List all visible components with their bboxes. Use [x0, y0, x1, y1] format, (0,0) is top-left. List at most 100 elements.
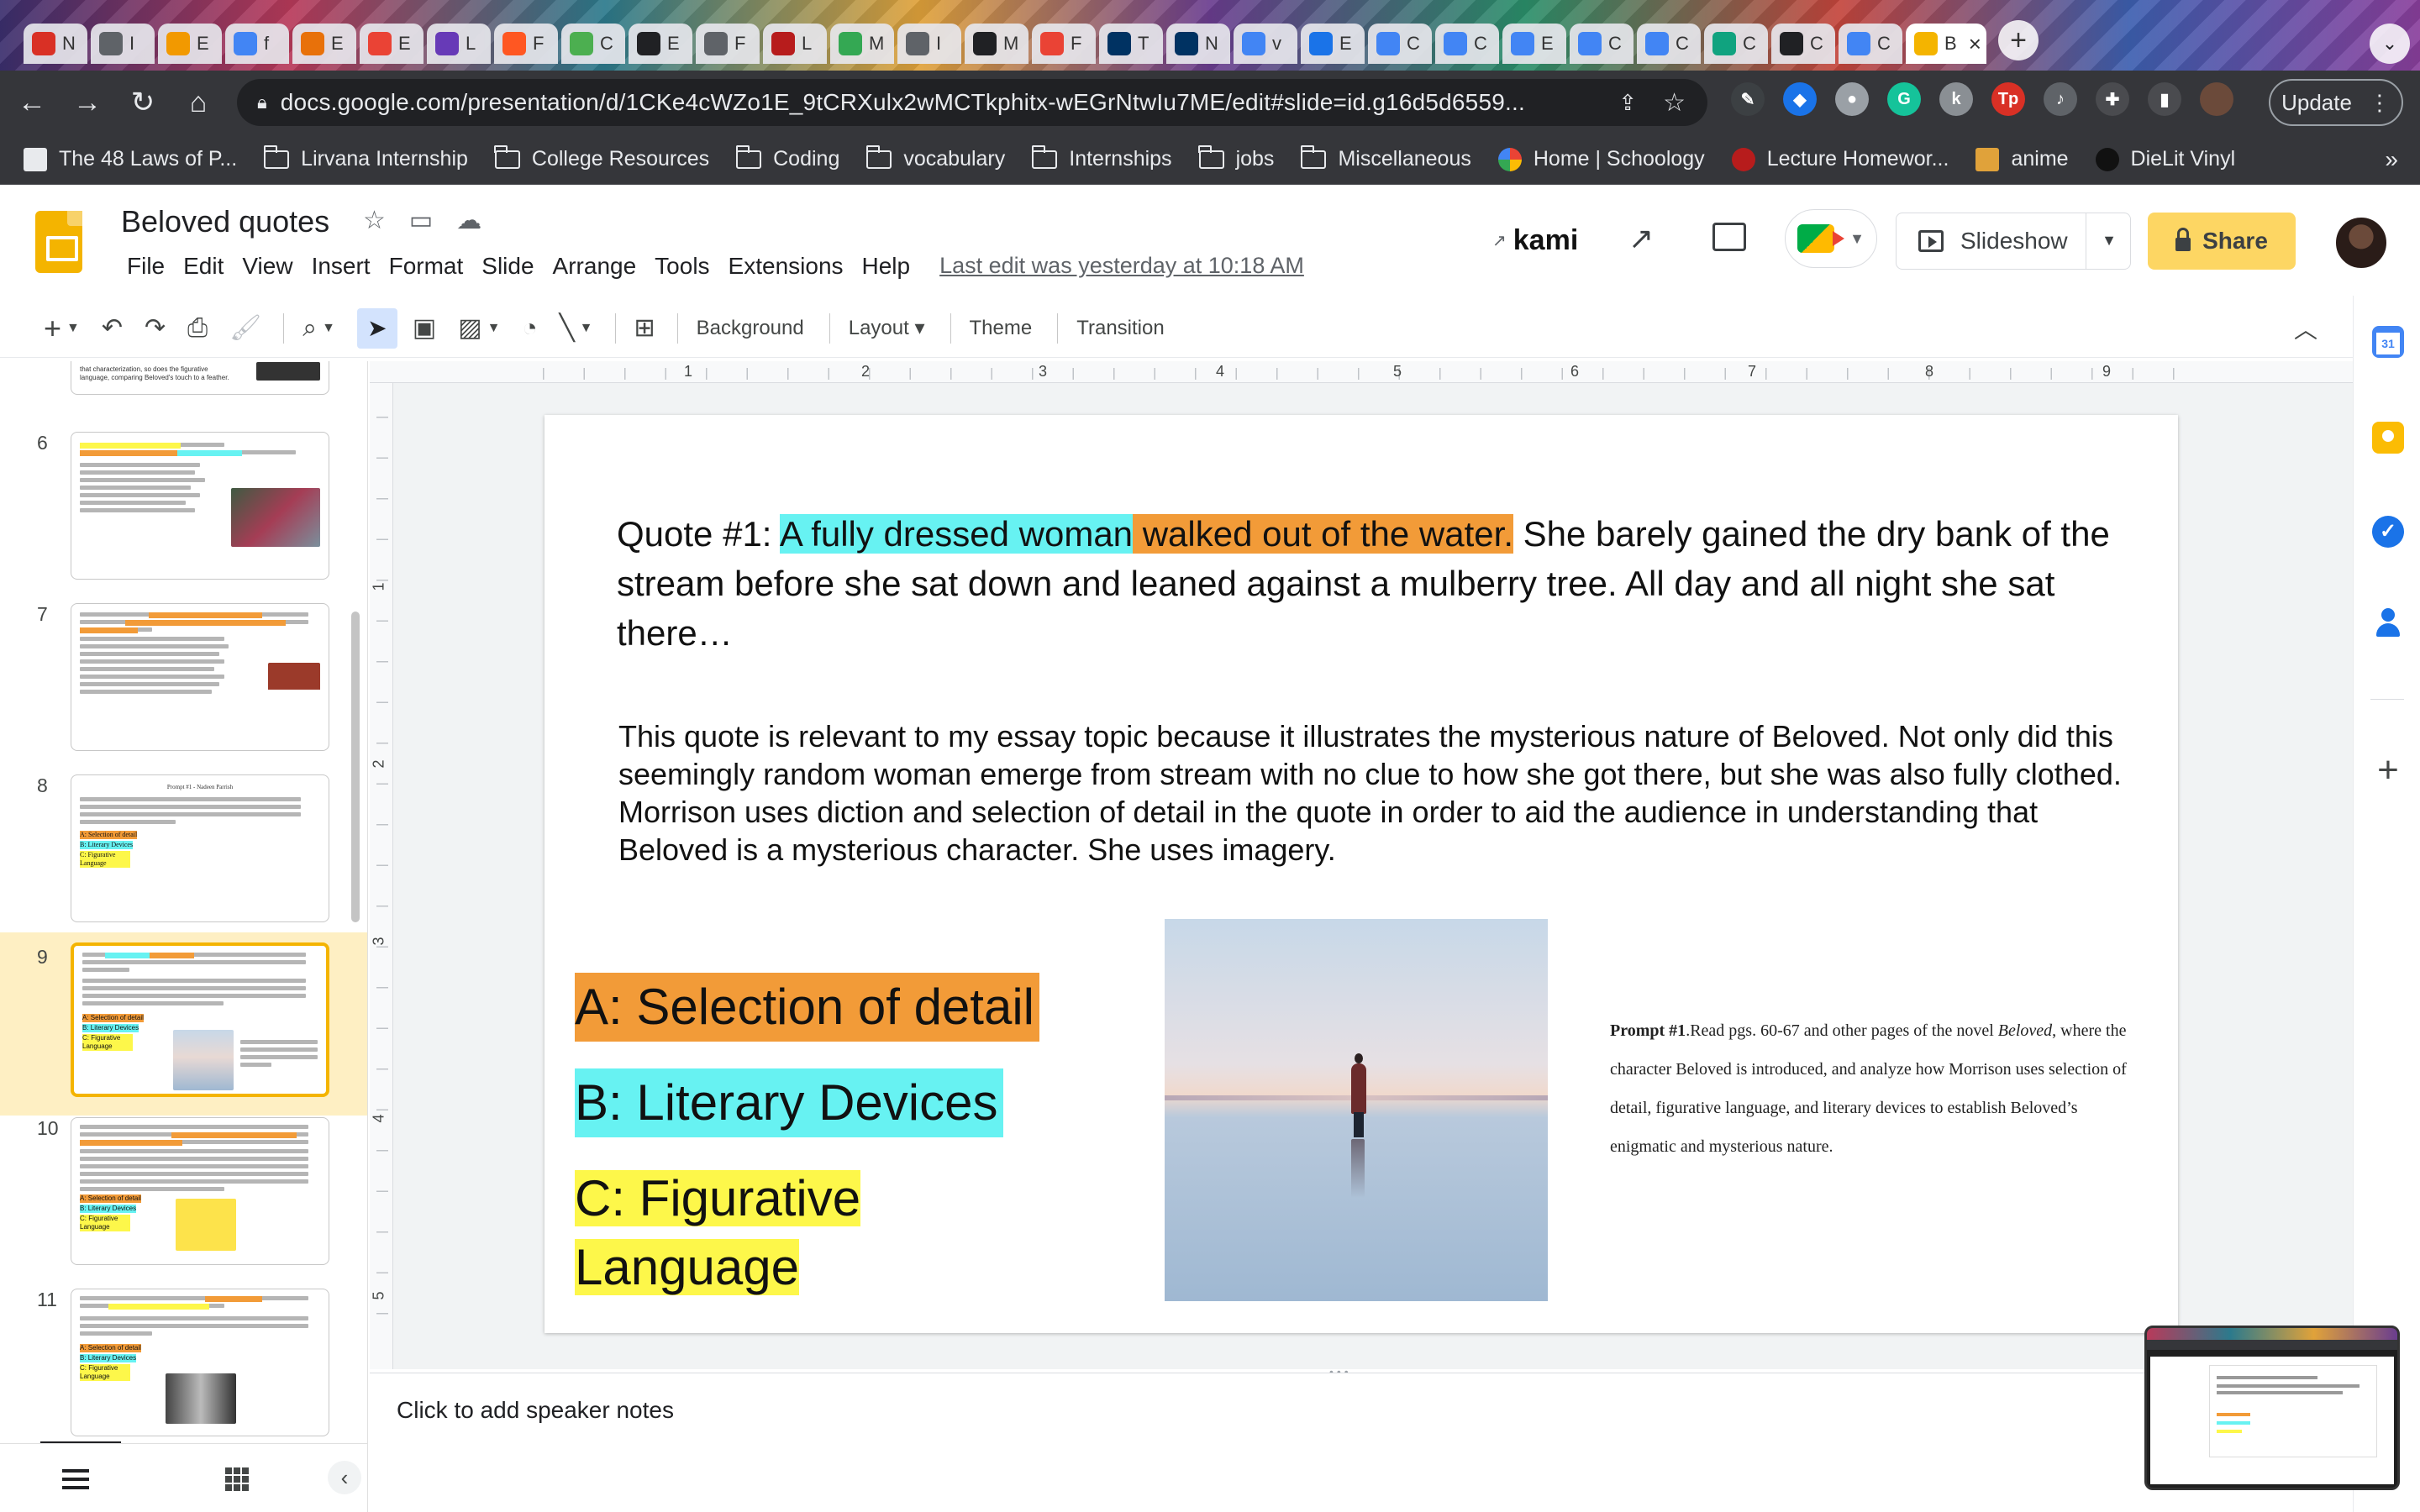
menu-insert[interactable]: Insert [302, 253, 380, 280]
extension-pen-icon[interactable]: ✎ [1731, 82, 1765, 116]
menu-help[interactable]: Help [853, 253, 920, 280]
browser-tab[interactable]: I [897, 24, 961, 64]
new-slide-plus-icon[interactable]: + [44, 311, 61, 346]
bookmark-item[interactable]: College Resources [494, 144, 709, 171]
salt-flat-photo[interactable] [1165, 919, 1548, 1301]
paint-format-icon[interactable]: 🖌︎ [229, 313, 261, 343]
browser-tab[interactable]: E [360, 24, 424, 64]
extension-diamond-icon[interactable]: ◆ [1783, 82, 1817, 116]
horizontal-ruler[interactable]: 1 2 3 4 5 6 7 8 9 [370, 361, 2353, 383]
browser-tab[interactable]: M [830, 24, 894, 64]
speaker-notes[interactable]: Click to add speaker notes [370, 1373, 2353, 1512]
cloud-status-icon[interactable]: ☁ [456, 206, 481, 235]
address-bar[interactable]: 🔒︎ docs.google.com/presentation/d/1CKe4c… [237, 79, 1707, 126]
menu-extensions[interactable]: Extensions [719, 253, 853, 280]
undo-icon[interactable]: ↶ [102, 313, 123, 343]
browser-tab[interactable]: E [292, 24, 356, 64]
menu-slide[interactable]: Slide [472, 253, 543, 280]
slide-thumbnail-5[interactable]: that characterization, so does the figur… [71, 361, 329, 395]
browser-tab[interactable]: B × [1906, 24, 1986, 64]
browser-tab[interactable]: F [494, 24, 558, 64]
extension-bubble-icon[interactable]: ● [1835, 82, 1869, 116]
line-chevron-icon[interactable]: ▼ [580, 321, 593, 336]
shape-icon[interactable]: ◔ [522, 314, 537, 343]
new-tab-button[interactable]: + [1998, 20, 2039, 60]
browser-tab[interactable]: I [91, 24, 155, 64]
collapse-filmstrip-chevron-icon[interactable]: ‹ [328, 1461, 361, 1494]
screenshot-preview-thumbnail[interactable] [2144, 1326, 2400, 1490]
transition-button[interactable]: Transition [1076, 317, 1164, 340]
slide-thumbnail-10[interactable]: A: Selection of detail B: Literary Devic… [71, 1117, 329, 1265]
reload-icon[interactable]: ↻ [119, 79, 166, 126]
browser-tab[interactable]: E [158, 24, 222, 64]
quote-text-box[interactable]: Quote #1: A fully dressed woman walked o… [617, 509, 2129, 658]
browser-tab[interactable]: C [1570, 24, 1634, 64]
slide-thumbnail-8[interactable]: Prompt #1 - Nadeen Parrish A: Selection … [71, 774, 329, 922]
extension-tp-icon[interactable]: Tp [1991, 82, 2025, 116]
contacts-icon[interactable] [2372, 606, 2404, 638]
browser-tab[interactable]: E [629, 24, 692, 64]
collapse-menus-chevron-icon[interactable]: ︿ [2294, 312, 2317, 345]
last-edit-link[interactable]: Last edit was yesterday at 10:18 AM [939, 253, 1304, 280]
comment-history-icon[interactable] [1712, 223, 1746, 251]
bookmark-item[interactable]: The 48 Laws of P... [24, 147, 237, 171]
browser-tab[interactable]: v [1234, 24, 1297, 64]
image-icon[interactable]: ▨ [458, 313, 481, 343]
image-chevron-icon[interactable]: ▼ [487, 321, 501, 336]
browser-tab[interactable]: C [1368, 24, 1432, 64]
browser-tab[interactable]: F [1032, 24, 1096, 64]
current-slide[interactable]: Quote #1: A fully dressed woman walked o… [544, 415, 2178, 1333]
kami-extension[interactable]: ↗ kami [1492, 224, 1578, 257]
menu-arrange[interactable]: Arrange [544, 253, 646, 280]
bookmark-item[interactable]: DieLit Vinyl [2095, 147, 2235, 171]
slideshow-button[interactable]: Slideshow ▼ [1896, 213, 2131, 270]
profile-avatar-icon[interactable] [2200, 82, 2233, 116]
browser-tab[interactable]: C [1637, 24, 1701, 64]
tasks-icon[interactable] [2372, 516, 2404, 548]
tab-search-icon[interactable]: ⌄ [2370, 24, 2410, 64]
activity-dashboard-icon[interactable]: ↗ [1628, 221, 1654, 256]
forward-icon[interactable]: → [64, 79, 111, 126]
filmstrip-scrollbar[interactable] [351, 612, 360, 922]
label-selection-of-detail[interactable]: A: Selection of detail [575, 973, 1040, 1042]
slide-filmstrip[interactable]: that characterization, so does the figur… [0, 361, 368, 1512]
browser-tab[interactable]: C [1704, 24, 1768, 64]
browser-tab[interactable]: E [1502, 24, 1566, 64]
update-button[interactable]: Update ⋮ [2269, 79, 2403, 126]
theme-button[interactable]: Theme [970, 317, 1033, 340]
bookmark-item[interactable]: Internships [1031, 144, 1172, 171]
lock-icon[interactable]: 🔒︎ [257, 92, 267, 113]
calendar-icon[interactable] [2372, 326, 2404, 358]
bookmark-star-icon[interactable]: ☆ [1663, 88, 1686, 118]
bookmark-item[interactable]: Lecture Homewor... [1731, 147, 1949, 171]
label-literary-devices[interactable]: B: Literary Devices [575, 1068, 1003, 1137]
extension-k-icon[interactable]: k [1939, 82, 1973, 116]
layout-button[interactable]: Layout ▾ [849, 316, 925, 340]
menu-tools[interactable]: Tools [645, 253, 718, 280]
slideshow-options-chevron-icon[interactable]: ▼ [2102, 232, 2117, 249]
vertical-ruler[interactable]: 1 2 3 4 5 [370, 383, 393, 1369]
more-bookmarks-icon[interactable]: » [2385, 146, 2398, 173]
document-title[interactable]: Beloved quotes [121, 204, 329, 239]
back-icon[interactable]: ← [8, 79, 55, 126]
move-folder-icon[interactable]: ▭ [409, 206, 433, 235]
background-button[interactable]: Background [697, 317, 804, 340]
label-figurative-language[interactable]: C: Figurative Language [575, 1164, 877, 1302]
speaker-notes-placeholder[interactable]: Click to add speaker notes [397, 1397, 674, 1424]
meet-button[interactable]: ▼ [1785, 209, 1877, 268]
bookmark-item[interactable]: Lirvana Internship [263, 144, 468, 171]
analysis-text-box[interactable]: This quote is relevant to my essay topic… [618, 717, 2123, 869]
share-button[interactable]: Share [2148, 213, 2296, 270]
select-cursor-icon[interactable]: ➤ [356, 307, 397, 349]
browser-tab[interactable]: M [965, 24, 1028, 64]
slide-thumbnail-6[interactable] [71, 432, 329, 580]
zoom-chevron-icon[interactable]: ▼ [322, 321, 335, 336]
bookmark-item[interactable]: jobs [1198, 144, 1274, 171]
grid-view-icon[interactable] [225, 1467, 249, 1491]
menu-format[interactable]: Format [380, 253, 473, 280]
browser-tab[interactable]: C [1771, 24, 1835, 64]
browser-tab[interactable]: N [24, 24, 87, 64]
bookmark-item[interactable]: Home | Schoology [1497, 147, 1705, 171]
account-avatar[interactable] [2334, 216, 2388, 270]
home-icon[interactable]: ⌂ [175, 79, 222, 126]
